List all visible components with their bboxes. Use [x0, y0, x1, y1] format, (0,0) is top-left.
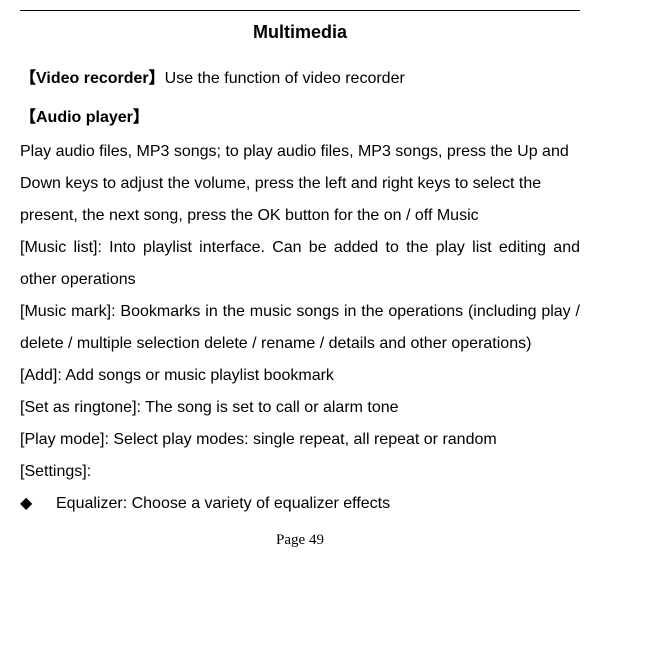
page-footer: Page 49: [20, 526, 580, 555]
video-recorder-text: Use the function of video recorder: [165, 70, 405, 87]
audio-item-play-mode: [Play mode]: Select play modes: single r…: [20, 424, 580, 456]
audio-player-heading: 【Audio player】: [20, 103, 580, 133]
document-page: Multimedia 【Video recorder】Use the funct…: [20, 10, 580, 554]
audio-item-add: [Add]: Add songs or music playlist bookm…: [20, 360, 580, 392]
diamond-bullet-icon: ◆: [20, 488, 56, 520]
audio-item-settings: [Settings]:: [20, 456, 580, 488]
audio-item-music-mark: [Music mark]: Bookmarks in the music son…: [20, 296, 580, 360]
video-recorder-heading: 【Video recorder】: [20, 70, 165, 87]
audio-player-intro: Play audio files, MP3 songs; to play aud…: [20, 136, 580, 232]
audio-item-set-ringtone: [Set as ringtone]: The song is set to ca…: [20, 392, 580, 424]
equalizer-bullet-row: ◆ Equalizer: Choose a variety of equaliz…: [20, 488, 580, 520]
page-title: Multimedia: [20, 15, 580, 49]
video-recorder-section: 【Video recorder】Use the function of vide…: [20, 63, 580, 95]
audio-item-music-list: [Music list]: Into playlist interface. C…: [20, 232, 580, 296]
equalizer-bullet-text: Equalizer: Choose a variety of equalizer…: [56, 488, 390, 520]
